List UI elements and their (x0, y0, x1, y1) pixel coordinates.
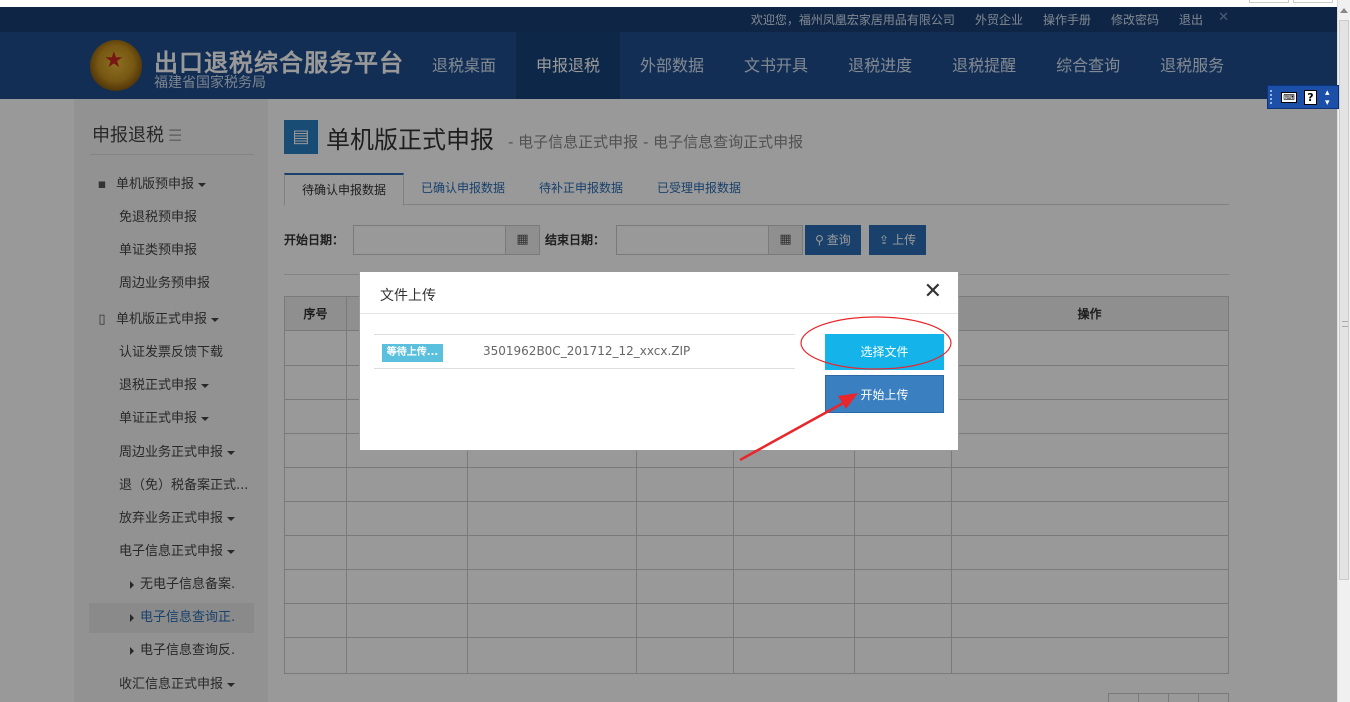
choose-file-button[interactable]: 选择文件 (825, 334, 944, 370)
file-upload-dialog: 文件上传 ✕ 等待上传... 3501962B0C_201712_12_xxcx… (359, 271, 959, 451)
scroll-up-arrow-icon[interactable] (1340, 8, 1348, 13)
expand-arrows-icon[interactable]: ▴ ▾ (1325, 88, 1330, 108)
start-upload-button[interactable]: 开始上传 (825, 375, 944, 413)
close-icon[interactable]: ✕ (924, 280, 942, 304)
file-name: 3501962B0C_201712_12_xxcx.ZIP (483, 344, 691, 358)
window-tab[interactable] (1249, 0, 1289, 3)
help-icon[interactable]: ? (1304, 90, 1317, 105)
file-list-item: 等待上传... 3501962B0C_201712_12_xxcx.ZIP (374, 334, 795, 369)
dialog-header: 文件上传 ✕ (360, 272, 958, 314)
drag-handle-icon[interactable] (1270, 90, 1272, 104)
keyboard-icon[interactable]: ⌨ (1281, 92, 1297, 103)
dialog-title: 文件上传 (380, 288, 436, 304)
scroll-thumb[interactable] (1339, 20, 1349, 580)
ime-toolbar[interactable]: ⌨ ? ▴ ▾ (1267, 85, 1339, 109)
window-top-strip (0, 0, 1337, 7)
grip-icon (1342, 321, 1348, 327)
window-tab[interactable] (1293, 0, 1333, 3)
upload-status-badge: 等待上传... (382, 344, 443, 362)
